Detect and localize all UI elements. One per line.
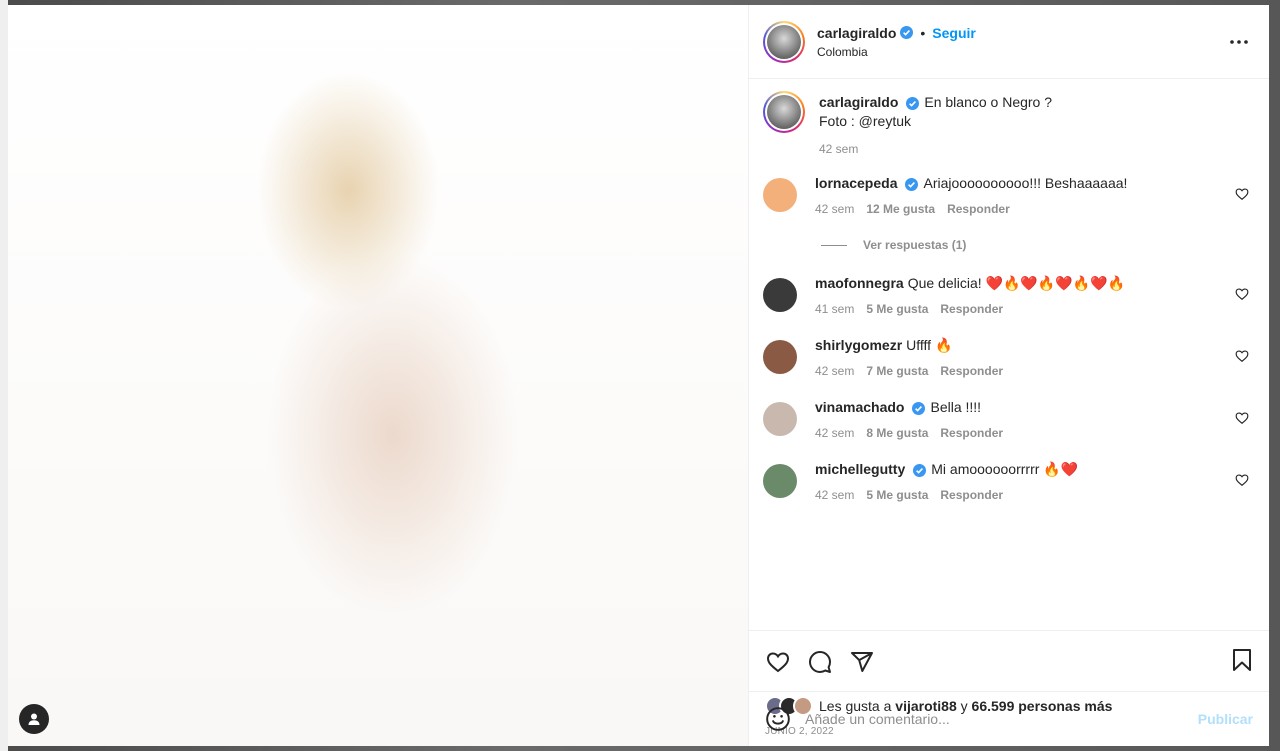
comment-time[interactable]: 42 sem xyxy=(815,364,854,378)
comment-input[interactable] xyxy=(805,711,1190,727)
comment-item: michellegutty Mi amoooooorrrrr 🔥❤️ 42 sem… xyxy=(763,460,1255,502)
verified-badge-icon xyxy=(912,401,926,415)
comment-text: Uffff 🔥 xyxy=(906,337,953,353)
post-sidepanel: carlagiraldo • Seguir Colombia carlagira… xyxy=(748,5,1269,746)
comment-item: lornacepeda Ariajoooooooooo!!! Beshaaaaaa… xyxy=(763,174,1255,216)
comment-username[interactable]: maofonnegra xyxy=(815,275,904,291)
comment-text: Mi amoooooorrrrr 🔥❤️ xyxy=(931,461,1079,477)
verified-badge-icon xyxy=(906,96,920,110)
verified-badge-icon xyxy=(905,177,919,191)
more-options-button[interactable] xyxy=(1227,33,1251,51)
comment-username[interactable]: lornacepeda xyxy=(815,175,897,191)
verified-badge-icon xyxy=(913,463,927,477)
post-modal: carlagiraldo • Seguir Colombia carlagira… xyxy=(8,5,1269,746)
caption-time[interactable]: 42 sem xyxy=(819,142,858,156)
author-username[interactable]: carlagiraldo xyxy=(817,25,896,41)
user-icon xyxy=(28,713,40,725)
comment-item: maofonnegra Que delicia! ❤️🔥❤️🔥❤️🔥❤️🔥 41 … xyxy=(763,274,1255,316)
heart-icon[interactable] xyxy=(1235,187,1249,201)
comment-likes[interactable]: 8 Me gusta xyxy=(866,426,928,440)
comment-time[interactable]: 41 sem xyxy=(815,302,854,316)
heart-icon[interactable] xyxy=(1235,349,1249,363)
post-caption: carlagiraldo En blanco o Negro ? Foto : @… xyxy=(763,91,1255,156)
post-photo xyxy=(8,5,748,746)
replies-divider xyxy=(821,244,847,246)
verified-badge-icon xyxy=(900,26,914,39)
heart-icon[interactable] xyxy=(1235,287,1249,301)
like-button[interactable] xyxy=(765,649,791,675)
comment-item: shirlygomezr Uffff 🔥 42 sem 7 Me gusta Re… xyxy=(763,336,1255,378)
comment-likes[interactable]: 5 Me gusta xyxy=(866,302,928,316)
backdrop-edge xyxy=(0,0,8,751)
comment-avatar[interactable] xyxy=(763,402,797,436)
comment-time[interactable]: 42 sem xyxy=(815,426,854,440)
caption-avatar[interactable] xyxy=(763,91,805,133)
tagged-users-button[interactable] xyxy=(19,704,49,734)
comment-likes[interactable]: 12 Me gusta xyxy=(866,202,935,216)
send-icon xyxy=(851,651,873,672)
comment-username[interactable]: vinamachado xyxy=(815,399,904,415)
post-actions xyxy=(749,630,1269,692)
save-button[interactable] xyxy=(1231,648,1255,674)
comment-text: Ariajoooooooooo!!! Beshaaaaaa! xyxy=(923,175,1128,191)
heart-icon xyxy=(766,651,790,672)
smiley-icon[interactable] xyxy=(765,706,791,732)
comment-avatar[interactable] xyxy=(763,278,797,312)
comment-avatar[interactable] xyxy=(763,340,797,374)
heart-icon[interactable] xyxy=(1235,473,1249,487)
comment-avatar[interactable] xyxy=(763,464,797,498)
caption-credit[interactable]: Foto : @reytuk xyxy=(819,113,911,129)
reply-button[interactable]: Responder xyxy=(940,364,1003,378)
comments-list[interactable]: carlagiraldo En blanco o Negro ? Foto : @… xyxy=(749,79,1269,630)
comment-username[interactable]: michellegutty xyxy=(815,461,905,477)
reply-button[interactable]: Responder xyxy=(940,426,1003,440)
view-replies-button[interactable]: Ver respuestas (1) xyxy=(821,238,1255,252)
publish-button[interactable]: Publicar xyxy=(1198,711,1253,727)
reply-button[interactable]: Responder xyxy=(940,302,1003,316)
comment-likes[interactable]: 5 Me gusta xyxy=(866,488,928,502)
bookmark-icon xyxy=(1233,649,1251,671)
comment-likes[interactable]: 7 Me gusta xyxy=(866,364,928,378)
header-separator: • xyxy=(920,24,926,41)
post-location[interactable]: Colombia xyxy=(817,45,976,59)
reply-button[interactable]: Responder xyxy=(940,488,1003,502)
heart-icon[interactable] xyxy=(1235,411,1249,425)
share-button[interactable] xyxy=(849,649,875,675)
caption-username[interactable]: carlagiraldo xyxy=(819,94,898,110)
author-avatar[interactable] xyxy=(763,20,805,63)
comment-time[interactable]: 42 sem xyxy=(815,202,854,216)
comment-text: Bella !!!! xyxy=(930,399,982,415)
view-replies-label: Ver respuestas (1) xyxy=(863,238,967,252)
comment-time[interactable]: 42 sem xyxy=(815,488,854,502)
caption-text: En blanco o Negro ? xyxy=(924,94,1053,110)
add-comment-bar: Publicar xyxy=(749,691,1269,746)
comment-button[interactable] xyxy=(807,649,833,675)
comment-username[interactable]: shirlygomezr xyxy=(815,337,902,353)
post-media[interactable] xyxy=(8,5,748,746)
reply-button[interactable]: Responder xyxy=(947,202,1010,216)
comment-avatar[interactable] xyxy=(763,178,797,212)
post-header: carlagiraldo • Seguir Colombia xyxy=(749,5,1269,79)
comment-icon xyxy=(809,650,831,673)
comment-item: vinamachado Bella !!!! 42 sem 8 Me gusta … xyxy=(763,398,1255,440)
comment-text: Que delicia! ❤️🔥❤️🔥❤️🔥❤️🔥 xyxy=(907,275,1125,291)
follow-button[interactable]: Seguir xyxy=(932,25,976,41)
more-horizontal-icon xyxy=(1230,40,1248,44)
